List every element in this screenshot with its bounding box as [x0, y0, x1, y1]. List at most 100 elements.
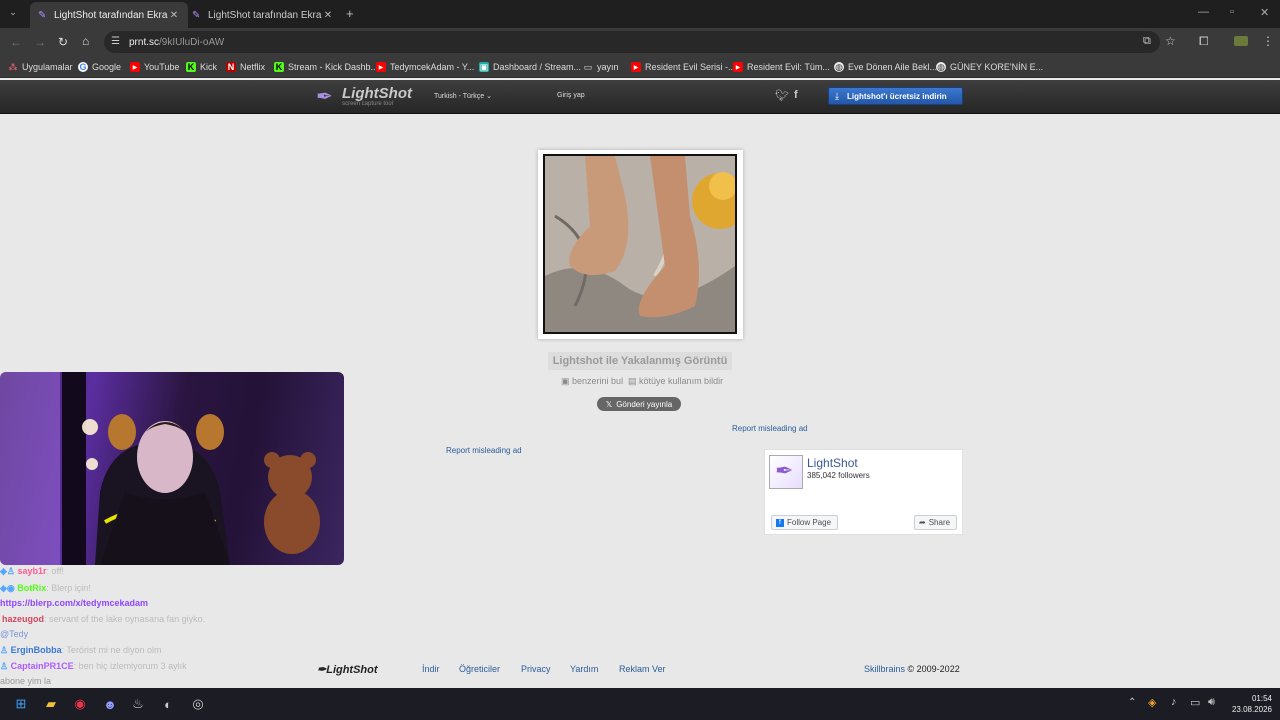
youtube-icon: ▶ — [631, 62, 641, 72]
bookmark-item[interactable]: ▶ Resident Evil Serisi -... — [631, 58, 736, 76]
login-link[interactable]: Giriş yap — [557, 92, 585, 99]
discord-icon[interactable]: ☻ — [99, 694, 121, 714]
recording-app-icon[interactable]: ◎ — [187, 694, 209, 714]
home-icon[interactable]: ⌂ — [82, 34, 89, 48]
bookmark-item[interactable]: G Google — [78, 58, 121, 76]
maximize-icon[interactable]: ▫ — [1230, 6, 1234, 18]
badge-icon: ◈♙ — [0, 566, 15, 576]
footer-copyright: Skillbrains © 2009-2022 — [864, 664, 960, 674]
webcam-overlay — [0, 372, 344, 565]
tray-app-icon[interactable]: ◈ — [1148, 696, 1156, 709]
bookmark-item[interactable]: ▭ yayın — [583, 58, 619, 76]
bookmark-item[interactable]: N Netflix — [226, 58, 265, 76]
extensions-icon[interactable]: ⧠ — [1199, 34, 1209, 49]
footer-link-help[interactable]: Yardım — [570, 664, 598, 674]
site-info-icon[interactable]: ☰ — [111, 36, 120, 47]
chat-text: : ben hiç izlemiyorum 3 aylık — [73, 661, 187, 671]
close-tab-icon[interactable]: ✕ — [322, 10, 334, 21]
fb-page-name[interactable]: LightShot — [807, 456, 858, 470]
post-button[interactable]: 𝕏 Gönderi yayınla — [597, 397, 681, 411]
close-window-icon[interactable]: ✕ — [1260, 6, 1269, 19]
chat-message: abone yim la — [0, 676, 51, 686]
skillbrains-link[interactable]: Skillbrains — [864, 664, 905, 674]
download-icon: ⤓ — [835, 90, 839, 101]
minimize-icon[interactable]: — — [1198, 6, 1209, 18]
fb-follow-button[interactable]: f Follow Page — [771, 515, 838, 530]
globe-icon: ◍ — [936, 61, 946, 72]
bookmark-label: Resident Evil: Tüm... — [747, 62, 830, 72]
report-misleading-ad-right[interactable]: Report misleading ad — [732, 424, 808, 433]
chat-message: https://blerp.com/x/tedymcekadam — [0, 598, 148, 608]
microphone-icon[interactable]: ♪ — [1171, 696, 1177, 708]
language-select[interactable]: Turkish - Türkçe ⌄ — [434, 92, 492, 100]
menu-icon[interactable]: ⋮ — [1262, 34, 1274, 48]
chat-message: ◈◉ BotRix: Blerp için! — [0, 583, 91, 594]
url-host: prnt.sc — [129, 37, 160, 48]
install-app-icon[interactable]: ⧉ — [1143, 35, 1151, 48]
footer-link-download[interactable]: İndir — [422, 664, 440, 674]
chat-link[interactable]: https://blerp.com/x/tedymcekadam — [0, 598, 148, 608]
chat-message: ◈♙ sayb1r: off! — [0, 566, 64, 577]
chat-username: CaptainPR1CE — [10, 661, 74, 671]
close-tab-icon[interactable]: ✕ — [168, 10, 180, 21]
tab-search-button[interactable]: ⌄ — [6, 7, 20, 21]
file-explorer-icon[interactable]: ▰ — [40, 694, 62, 714]
clock[interactable]: 01:54 23.08.2026 — [1226, 693, 1272, 715]
fb-page-avatar[interactable]: ✒ — [769, 455, 803, 489]
bookmark-label: YouTube — [144, 62, 180, 72]
windows-start-icon[interactable]: ⊞ — [10, 694, 32, 714]
bookmark-label: Resident Evil Serisi -... — [645, 62, 736, 72]
bookmark-item[interactable]: ▶ TedymcekAdam - Y... — [376, 58, 474, 76]
bookmark-item[interactable]: ▶ Resident Evil: Tüm... — [733, 58, 830, 76]
bookmark-item[interactable]: K Stream - Kick Dashb... — [274, 58, 378, 76]
bookmark-item[interactable]: K Kick — [186, 58, 217, 76]
steam-icon[interactable]: ♨ — [127, 694, 149, 714]
address-bar[interactable] — [104, 31, 1160, 53]
new-tab-button[interactable]: + — [346, 6, 354, 21]
chat-message: ♙ ErginBobba: Terörist mi ne diyon olm — [0, 645, 161, 656]
bookmark-item[interactable]: ▣ Dashboard / Stream... — [479, 58, 581, 76]
facebook-icon[interactable]: f — [794, 89, 798, 101]
chrome-icon[interactable]: ◉ — [69, 694, 91, 714]
screenshot-caption: Lightshot ile Yakalanmış Görüntü — [548, 352, 732, 370]
logo-text: LightShot — [342, 85, 412, 102]
logo-tagline: screen capture tool — [342, 101, 394, 107]
reload-icon[interactable]: ↻ — [58, 35, 68, 49]
bookmark-item[interactable]: ⁂ Uygulamalar — [8, 58, 73, 76]
footer-link-tutorials[interactable]: Öğreticiler — [459, 664, 500, 674]
youtube-icon: ▶ — [130, 62, 140, 72]
feather-logo-icon: ✒ — [316, 86, 333, 108]
bookmark-item[interactable]: ◍ Eve Dönen Aile Bekl... — [834, 58, 937, 76]
tab-1[interactable]: ✎ LightShot tarafından Ekran Görü ✕ — [30, 2, 188, 28]
footer-logo-text: LightShot — [326, 664, 378, 676]
twitter-icon[interactable]: 🐦︎ — [775, 89, 789, 102]
volume-icon[interactable]: 🔊︎ — [1208, 696, 1215, 709]
report-abuse-link[interactable]: ▤ kötüye kullanım bildir — [628, 376, 723, 387]
tab-title: LightShot tarafından Ekran Görü — [54, 9, 168, 21]
forward-icon[interactable]: → — [34, 35, 46, 49]
network-icon[interactable]: ▭ — [1190, 696, 1200, 709]
fb-share-button[interactable]: ➦ Share — [914, 515, 957, 530]
download-button[interactable]: ⤓ Lightshot'ı ücretsiz indirin — [828, 87, 963, 105]
tab-title: LightShot tarafından Ekran Görü — [208, 9, 322, 21]
bookmark-item[interactable]: ▶ YouTube — [130, 58, 179, 76]
back-icon[interactable]: ← — [10, 35, 22, 49]
profile-avatar[interactable] — [1234, 36, 1248, 46]
screenshot-image[interactable] — [543, 154, 737, 334]
tray-chevron-icon[interactable]: ⌃ — [1128, 697, 1136, 708]
find-similar-link[interactable]: ▣ benzerini bul — [561, 376, 623, 387]
bookmark-star-icon[interactable]: ☆ — [1165, 34, 1176, 48]
footer-logo[interactable]: ✒LightShot — [317, 663, 378, 676]
bookmark-item[interactable]: ◍ GÜNEY KORE'NİN E... — [936, 58, 1043, 76]
chat-text: : Terörist mi ne diyon olm — [61, 645, 162, 655]
person-icon: ♙ — [0, 661, 9, 671]
footer-link-privacy[interactable]: Privacy — [521, 664, 551, 674]
footer-link-advertise[interactable]: Reklam Ver — [619, 664, 666, 674]
lightshot-logo[interactable]: ✒ LightShot screen capture tool — [316, 84, 412, 110]
lightshot-favicon-icon: ✎ — [38, 10, 47, 21]
obs-icon[interactable]: ◐ — [157, 694, 179, 714]
tab-2[interactable]: ✎ LightShot tarafından Ekran Görü ✕ — [184, 2, 342, 28]
chat-message: hazeugod: servant of the lake oynasana f… — [0, 614, 205, 624]
lightshot-favicon-icon: ✎ — [192, 10, 201, 21]
report-misleading-ad-left[interactable]: Report misleading ad — [446, 446, 522, 455]
